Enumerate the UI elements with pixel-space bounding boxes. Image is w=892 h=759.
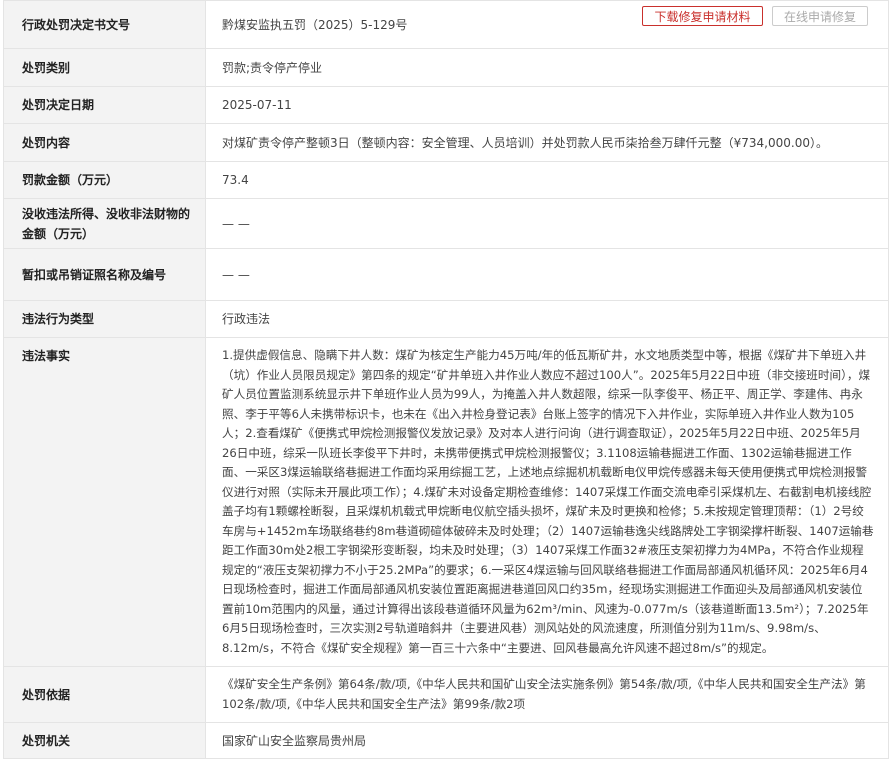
value-document-number: 黔煤安监执五罚（2025）5-129号 <box>222 17 408 32</box>
row-penalty-authority: 处罚机关 国家矿山安全监察局贵州局 <box>3 722 889 759</box>
label-document-number: 行政处罚决定书文号 <box>3 0 206 49</box>
value-penalty-category: 罚款;责令停产停业 <box>205 48 889 87</box>
label-license-suspension: 暂扣或吊销证照名称及编号 <box>3 248 206 301</box>
row-license-suspension: 暂扣或吊销证照名称及编号 — — <box>3 248 889 301</box>
row-penalty-content: 处罚内容 对煤矿责令停产整顿3日（整顿内容：安全管理、人员培训）并处罚款人民币柒… <box>3 123 889 162</box>
download-repair-materials-button[interactable]: 下载修复申请材料 <box>642 6 763 26</box>
penalty-info-table: 行政处罚决定书文号 黔煤安监执五罚（2025）5-129号 下载修复申请材料 在… <box>3 0 889 759</box>
value-decision-date: 2025-07-11 <box>205 86 889 124</box>
row-violation-facts: 违法事实 1.提供虚假信息、隐瞒下井人数：煤矿为核定生产能力45万吨/年的低瓦斯… <box>3 337 889 667</box>
row-penalty-category: 处罚类别 罚款;责令停产停业 <box>3 48 889 87</box>
label-violation-facts: 违法事实 <box>3 337 206 667</box>
label-penalty-basis: 处罚依据 <box>3 666 206 723</box>
row-confiscation-amount: 没收违法所得、没收非法财物的金额（万元） — — <box>3 198 889 249</box>
value-license-suspension: — — <box>205 248 889 301</box>
online-repair-application-button[interactable]: 在线申请修复 <box>772 6 868 26</box>
value-penalty-basis: 《煤矿安全生产条例》第64条/款/项,《中华人民共和国矿山安全法实施条例》第54… <box>205 666 889 723</box>
value-violation-facts: 1.提供虚假信息、隐瞒下井人数：煤矿为核定生产能力45万吨/年的低瓦斯矿井，水文… <box>205 337 889 667</box>
label-fine-amount: 罚款金额（万元） <box>3 161 206 199</box>
row-violation-type: 违法行为类型 行政违法 <box>3 300 889 338</box>
row-decision-date: 处罚决定日期 2025-07-11 <box>3 86 889 124</box>
row-document-number: 行政处罚决定书文号 黔煤安监执五罚（2025）5-129号 下载修复申请材料 在… <box>3 0 889 49</box>
row-fine-amount: 罚款金额（万元） 73.4 <box>3 161 889 199</box>
value-fine-amount: 73.4 <box>205 161 889 199</box>
label-penalty-authority: 处罚机关 <box>3 722 206 759</box>
value-confiscation-amount: — — <box>205 198 889 249</box>
label-decision-date: 处罚决定日期 <box>3 86 206 124</box>
value-penalty-content: 对煤矿责令停产整顿3日（整顿内容：安全管理、人员培训）并处罚款人民币柒拾叁万肆仟… <box>205 123 889 162</box>
value-violation-type: 行政违法 <box>205 300 889 338</box>
penalty-detail-page: 行政处罚决定书文号 黔煤安监执五罚（2025）5-129号 下载修复申请材料 在… <box>0 0 892 759</box>
value-cell-document-number: 黔煤安监执五罚（2025）5-129号 下载修复申请材料 在线申请修复 <box>205 0 889 49</box>
label-penalty-category: 处罚类别 <box>3 48 206 87</box>
label-confiscation-amount: 没收违法所得、没收非法财物的金额（万元） <box>3 198 206 249</box>
row-penalty-basis: 处罚依据 《煤矿安全生产条例》第64条/款/项,《中华人民共和国矿山安全法实施条… <box>3 666 889 723</box>
label-penalty-content: 处罚内容 <box>3 123 206 162</box>
value-penalty-authority: 国家矿山安全监察局贵州局 <box>205 722 889 759</box>
label-violation-type: 违法行为类型 <box>3 300 206 338</box>
